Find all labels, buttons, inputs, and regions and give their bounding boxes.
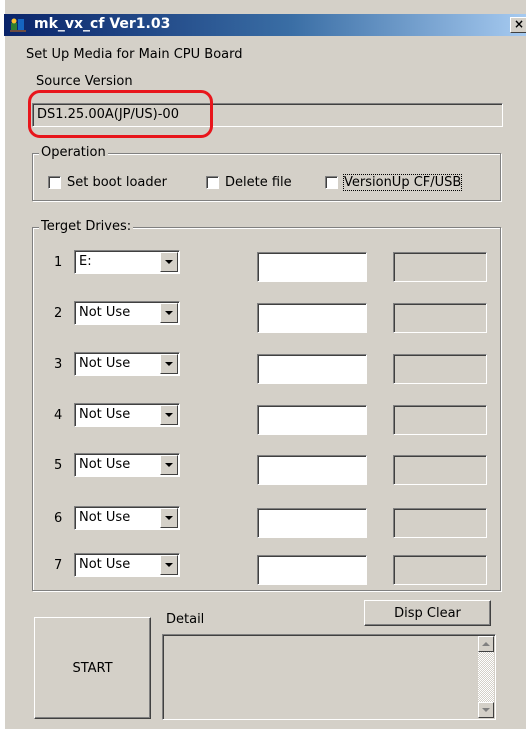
drive-number: 6 xyxy=(54,511,63,526)
drive-number: 3 xyxy=(54,357,63,372)
dropdown-button[interactable] xyxy=(160,508,178,528)
drive-number: 2 xyxy=(54,306,63,321)
source-version-highlight xyxy=(28,90,213,138)
scroll-down-button[interactable] xyxy=(478,702,494,718)
drive-2-status-field[interactable] xyxy=(257,303,367,333)
drive-7-status-field[interactable] xyxy=(257,555,367,585)
chevron-down-icon xyxy=(165,563,173,567)
set-boot-loader-checkbox[interactable]: Set boot loader xyxy=(48,175,167,190)
drive-select-value: Not Use xyxy=(79,407,131,422)
dropdown-button[interactable] xyxy=(160,555,178,575)
drive-3-select[interactable]: Not Use xyxy=(74,352,180,376)
drive-select-value: Not Use xyxy=(79,356,131,371)
drive-1-select[interactable]: E: xyxy=(74,250,180,274)
drive-5-progress-field xyxy=(393,455,487,485)
drive-6-progress-field xyxy=(393,508,487,538)
drive-number: 1 xyxy=(54,255,63,270)
drive-3-progress-field xyxy=(393,354,487,384)
drive-number: 4 xyxy=(54,408,63,423)
start-button[interactable]: START xyxy=(34,617,151,719)
drive-4-status-field[interactable] xyxy=(257,405,367,435)
drive-5-status-field[interactable] xyxy=(257,455,367,485)
drive-6-status-field[interactable] xyxy=(257,508,367,538)
drive-select-value: Not Use xyxy=(79,457,131,472)
dropdown-button[interactable] xyxy=(160,303,178,323)
chevron-down-icon xyxy=(165,463,173,467)
drive-row: 6 Not Use xyxy=(4,506,526,538)
drive-1-status-field[interactable] xyxy=(257,252,367,282)
drive-row: 4 Not Use xyxy=(4,403,526,435)
chevron-down-icon xyxy=(165,311,173,315)
drive-3-status-field[interactable] xyxy=(257,354,367,384)
drive-row: 2 Not Use xyxy=(4,301,526,333)
drive-4-progress-field xyxy=(393,405,487,435)
scroll-up-button[interactable] xyxy=(478,636,494,652)
drive-row: 7 Not Use xyxy=(4,553,526,585)
drive-row: 3 Not Use xyxy=(4,352,526,384)
disp-clear-button[interactable]: Disp Clear xyxy=(364,600,491,626)
drive-4-select[interactable]: Not Use xyxy=(74,403,180,427)
window-title: mk_vx_cf Ver1.03 xyxy=(34,16,171,32)
chevron-down-icon xyxy=(165,413,173,417)
set-boot-loader-label: Set boot loader xyxy=(67,175,167,190)
window-subtitle: Set Up Media for Main CPU Board xyxy=(26,47,243,62)
detail-label: Detail xyxy=(166,612,205,627)
chevron-down-icon xyxy=(165,516,173,520)
arrow-up-icon xyxy=(482,642,490,646)
drive-select-value: Not Use xyxy=(79,557,131,572)
drive-row: 1 E: xyxy=(4,250,526,282)
versionup-cf-usb-checkbox[interactable]: VersionUp CF/USB xyxy=(325,174,463,191)
drive-7-select[interactable]: Not Use xyxy=(74,553,180,577)
source-version-label: Source Version xyxy=(36,74,133,89)
set-boot-loader-box[interactable] xyxy=(48,176,61,189)
detail-text-area[interactable] xyxy=(162,634,496,720)
arrow-down-icon xyxy=(482,708,490,712)
delete-file-checkbox[interactable]: Delete file xyxy=(206,175,292,190)
dropdown-button[interactable] xyxy=(160,405,178,425)
drive-number: 5 xyxy=(54,458,63,473)
delete-file-box[interactable] xyxy=(206,176,219,189)
dropdown-button[interactable] xyxy=(160,252,178,272)
operation-group-title: Operation xyxy=(39,145,108,160)
chevron-down-icon xyxy=(165,362,173,366)
versionup-cf-usb-label: VersionUp CF/USB xyxy=(342,174,463,191)
drive-2-progress-field xyxy=(393,303,487,333)
drive-2-select[interactable]: Not Use xyxy=(74,301,180,325)
drive-select-value: Not Use xyxy=(79,305,131,320)
drive-6-select[interactable]: Not Use xyxy=(74,506,180,530)
drive-7-progress-field xyxy=(393,555,487,585)
dropdown-button[interactable] xyxy=(160,354,178,374)
detail-scrollbar[interactable] xyxy=(478,636,494,718)
drive-select-value: Not Use xyxy=(79,510,131,525)
app-window: mk_vx_cf Ver1.03 × Set Up Media for Main… xyxy=(4,0,526,729)
dropdown-button[interactable] xyxy=(160,455,178,475)
drive-select-value: E: xyxy=(79,254,92,269)
app-icon xyxy=(10,18,26,32)
drive-number: 7 xyxy=(54,558,63,573)
close-icon[interactable]: × xyxy=(510,17,526,33)
delete-file-label: Delete file xyxy=(225,175,292,190)
target-drives-title: Terget Drives: xyxy=(39,219,134,234)
versionup-cf-usb-box[interactable] xyxy=(325,176,338,189)
chevron-down-icon xyxy=(165,260,173,264)
title-bar[interactable]: mk_vx_cf Ver1.03 × xyxy=(4,14,526,36)
drive-5-select[interactable]: Not Use xyxy=(74,453,180,477)
drive-row: 5 Not Use xyxy=(4,453,526,485)
drive-1-progress-field xyxy=(393,252,487,282)
